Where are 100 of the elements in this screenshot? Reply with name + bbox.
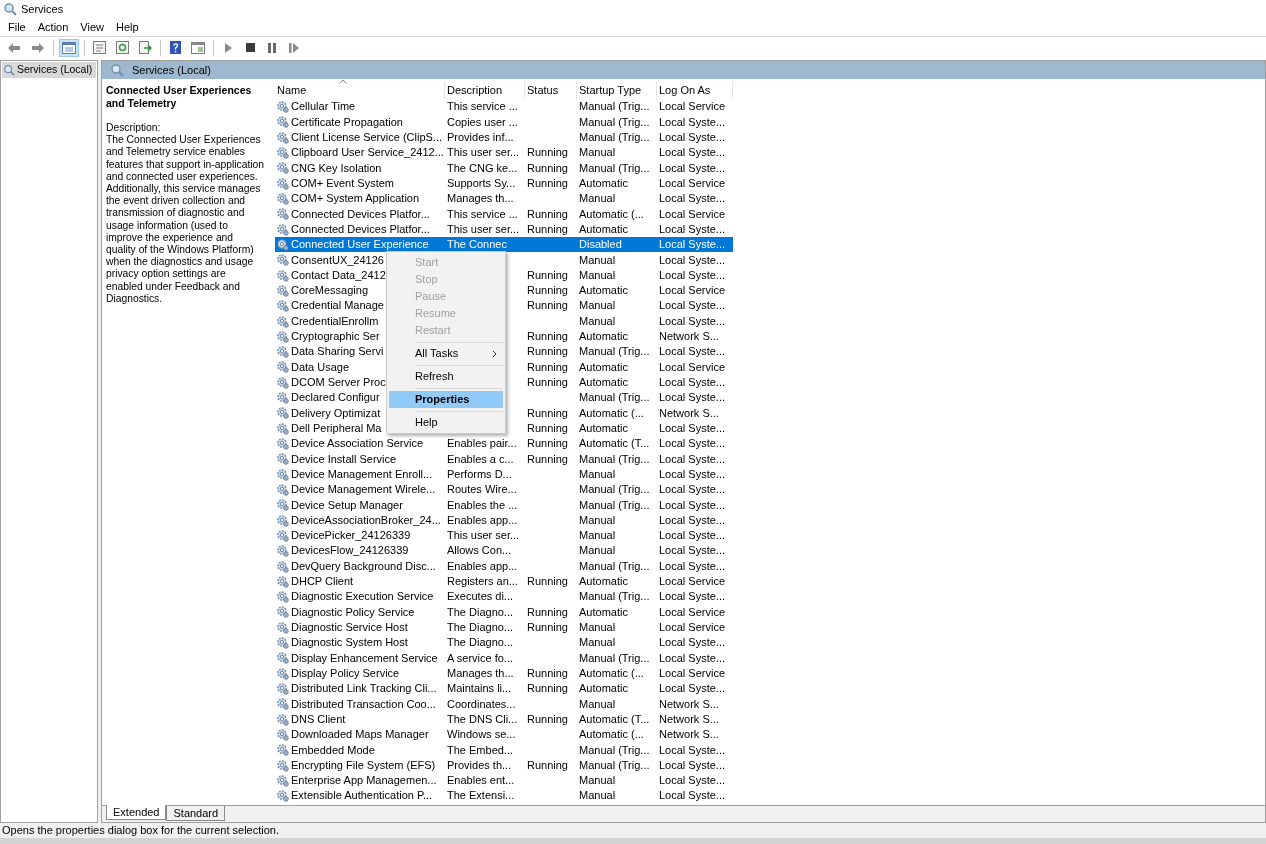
service-name[interactable]: DNS Client xyxy=(291,710,346,728)
service-name[interactable]: COM+ System Application xyxy=(291,190,420,207)
service-name[interactable]: Cellular Time xyxy=(291,98,356,115)
gear-icon xyxy=(276,421,289,435)
column-header[interactable]: Startup Type xyxy=(577,81,657,99)
service-name[interactable]: Device Management Wirele... xyxy=(291,481,436,498)
view-tab[interactable]: Extended xyxy=(106,805,167,820)
service-name[interactable]: Certificate Propagation xyxy=(291,113,403,131)
service-status: Running xyxy=(527,268,568,281)
service-name[interactable]: Device Setup Manager xyxy=(291,496,403,514)
startup-type: Manual xyxy=(579,789,616,802)
service-name[interactable]: Data Usage xyxy=(291,358,350,376)
service-name[interactable]: Declared Configur xyxy=(291,389,380,406)
service-name[interactable]: Clipboard User Service_2412... xyxy=(291,144,444,161)
service-name[interactable]: Enterprise App Managemen... xyxy=(291,772,437,789)
magnifier-icon xyxy=(3,64,15,76)
service-name[interactable]: Data Sharing Servi xyxy=(291,343,384,360)
service-name[interactable]: Dell Peripheral Ma xyxy=(291,419,382,437)
startup-type: Automatic xyxy=(579,376,628,389)
startup-type: Manual xyxy=(579,697,616,710)
service-status: Running xyxy=(527,161,568,174)
service-name[interactable]: Downloaded Maps Manager xyxy=(291,726,429,743)
service-name[interactable]: Display Policy Service xyxy=(291,664,400,682)
service-description-cell: The Connec xyxy=(447,238,507,251)
service-status: Running xyxy=(527,146,568,159)
service-name[interactable]: Client License Service (ClipS... xyxy=(291,129,442,146)
gear-icon xyxy=(276,391,289,405)
startup-type: Manual xyxy=(579,636,616,649)
menu-item[interactable]: View xyxy=(74,18,110,36)
window-pane-icon[interactable] xyxy=(59,38,79,57)
service-name[interactable]: Diagnostic System Host xyxy=(291,634,408,651)
column-header[interactable]: Name xyxy=(275,81,445,99)
gear-icon xyxy=(276,375,289,389)
log-on-as: Local Syste... xyxy=(659,238,726,251)
service-description-cell: The DNS Cli... xyxy=(447,712,518,725)
selected-service-row[interactable]: Connected User Experience The Connec Disabled Local Syste... xyxy=(275,236,733,253)
startup-type: Manual (Trig... xyxy=(579,590,650,603)
service-name[interactable]: Connected Devices Platfor... xyxy=(291,220,430,238)
gear-icon xyxy=(276,651,289,665)
service-name[interactable]: Device Management Enroll... xyxy=(291,465,433,483)
service-name[interactable]: Contact Data_2412 xyxy=(291,266,386,284)
service-name[interactable]: CNG Key Isolation xyxy=(291,159,382,177)
gear-icon xyxy=(276,482,289,496)
service-name[interactable]: DeviceAssociationBroker_24... xyxy=(291,511,441,529)
service-name[interactable]: ConsentUX_24126 xyxy=(291,251,384,269)
service-name[interactable]: Embedded Mode xyxy=(291,741,375,759)
menu-item[interactable]: Properties xyxy=(389,391,503,408)
view-tab[interactable]: Standard xyxy=(166,806,226,821)
service-name[interactable]: Diagnostic Service Host xyxy=(291,619,408,636)
service-name[interactable]: CoreMessaging xyxy=(291,282,369,299)
service-name[interactable]: Extensible Authentication P... xyxy=(291,787,433,804)
export-icon[interactable] xyxy=(136,38,155,57)
service-name[interactable]: Distributed Link Tracking Cli... xyxy=(291,680,437,697)
menu-item[interactable]: Refresh xyxy=(389,368,503,385)
tree-item[interactable]: Services (Local) xyxy=(2,62,96,78)
refresh-icon[interactable] xyxy=(113,38,132,57)
startup-type: Automatic xyxy=(579,605,628,618)
log-on-as: Local Syste... xyxy=(659,299,726,312)
service-name[interactable]: Device Install Service xyxy=(291,450,397,468)
service-name[interactable]: Diagnostic Policy Service xyxy=(291,603,415,621)
service-name[interactable]: COM+ Event System xyxy=(291,174,394,192)
service-name[interactable]: DHCP Client xyxy=(291,573,354,590)
column-header[interactable]: Description xyxy=(445,81,525,99)
service-name[interactable]: Connected Devices Platfor... xyxy=(291,205,430,223)
service-name[interactable]: Credential Manage xyxy=(291,297,384,314)
service-name[interactable]: Diagnostic Execution Service xyxy=(291,588,434,605)
service-name[interactable]: DevicesFlow_24126339 xyxy=(291,542,409,559)
menu-item[interactable]: File xyxy=(2,18,32,36)
startup-type: Manual (Trig... xyxy=(579,559,650,572)
startup-type: Manual (Trig... xyxy=(579,345,650,358)
service-name[interactable]: Delivery Optimizat xyxy=(291,404,381,422)
service-name[interactable]: Encrypting File System (EFS) xyxy=(291,756,436,774)
service-name[interactable]: DevicePicker_24126339 xyxy=(291,527,411,544)
gear-icon xyxy=(276,727,289,741)
log-on-as: Local Service xyxy=(659,207,726,220)
service-name[interactable]: DevQuery Background Disc... xyxy=(291,557,436,575)
service-name[interactable]: Distributed Transaction Coo... xyxy=(291,695,436,713)
service-description-cell: Supports Sy... xyxy=(447,176,516,189)
service-name[interactable]: DCOM Server Proc xyxy=(291,374,386,391)
service-status: Running xyxy=(527,284,568,297)
service-status: Running xyxy=(527,421,568,434)
menu-item[interactable]: Help xyxy=(109,18,145,36)
service-name[interactable]: Display Enhancement Service xyxy=(291,649,438,667)
service-description-cell: The Diagno... xyxy=(447,636,514,649)
service-name[interactable]: Device Association Service xyxy=(291,435,424,452)
column-header[interactable]: Log On As xyxy=(657,81,733,99)
menu-item[interactable]: Action xyxy=(31,18,75,36)
service-description-cell: This service ... xyxy=(447,207,518,220)
service-name[interactable]: Cryptographic Ser xyxy=(291,328,380,345)
document-icon[interactable] xyxy=(90,38,109,57)
startup-type: Automatic (T... xyxy=(579,437,650,450)
log-on-as: Local Syste... xyxy=(659,253,726,266)
column-header[interactable]: Status xyxy=(525,81,577,99)
service-name[interactable]: CredentialEnrollm xyxy=(291,312,379,330)
service-description-cell: The Diagno... xyxy=(447,621,514,634)
service-name[interactable]: Connected User Experience xyxy=(291,236,429,253)
service-status: Running xyxy=(527,682,568,695)
menu-item[interactable]: All Tasks xyxy=(389,345,503,362)
magnifier-icon xyxy=(110,63,124,77)
menu-item[interactable]: Help xyxy=(389,414,503,431)
